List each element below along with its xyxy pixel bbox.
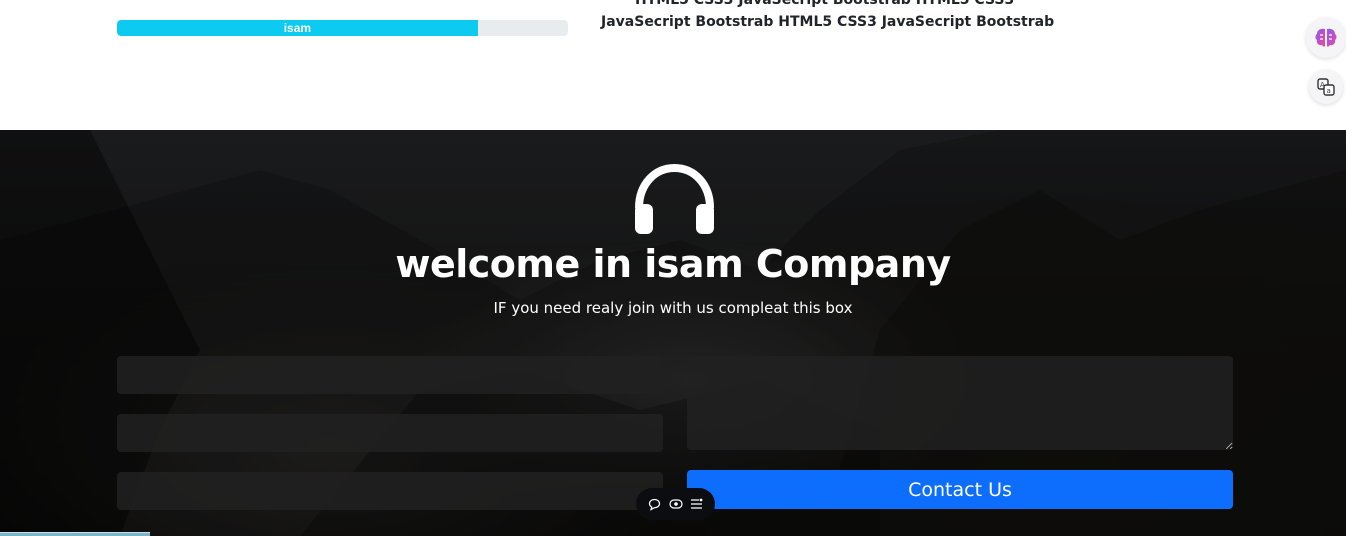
svg-text:A: A (1320, 81, 1325, 89)
message-textarea[interactable] (687, 356, 1233, 450)
contact-hero-section: welcome in isam Company IF you need real… (0, 130, 1346, 536)
brain-extension-button[interactable] (1306, 18, 1346, 58)
eye-icon[interactable] (668, 497, 683, 511)
brain-icon (1315, 28, 1337, 47)
hero-title: welcome in isam Company (395, 242, 951, 286)
skills-line-1: HTML5 CSS3 JavaSecript Bootstrab HTML5 C… (635, 0, 1015, 8)
skills-section: isam HTML5 CSS3 JavaSecript Bootstrab HT… (0, 0, 1346, 130)
skill-progress-bar: isam (117, 20, 568, 36)
email-input[interactable] (117, 414, 663, 452)
progress-fill: isam (117, 20, 478, 36)
svg-text:a: a (1327, 87, 1331, 95)
window-edge-bar (0, 532, 150, 536)
chat-icon[interactable] (648, 497, 662, 511)
name-input[interactable] (117, 356, 663, 394)
contact-us-button[interactable]: Contact Us (687, 470, 1233, 509)
translate-extension-button[interactable]: A a (1309, 70, 1343, 104)
translate-icon: A a (1317, 78, 1335, 96)
phone-input[interactable] (117, 472, 663, 510)
floating-toolbar (636, 488, 715, 520)
skills-line-2: JavaSecript Bootstrab HTML5 CSS3 JavaSec… (601, 14, 1055, 30)
list-icon[interactable] (690, 497, 704, 511)
headphones-icon (635, 164, 714, 234)
hero-subtitle: IF you need realy join with us compleat … (493, 299, 853, 317)
